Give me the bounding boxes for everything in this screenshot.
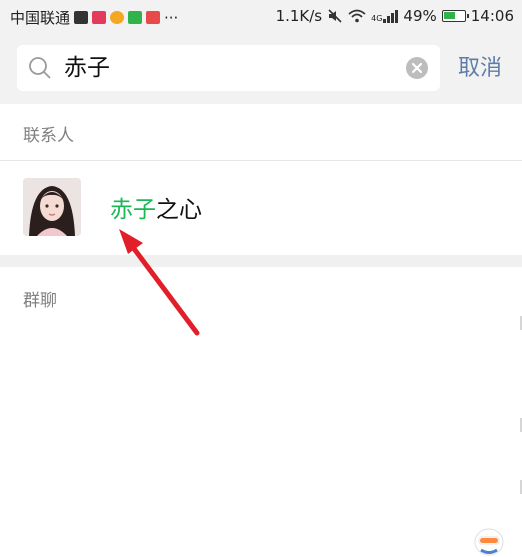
search-screen: 中国联通 ··· 1.1K/s 4G 49% 14:06 赤子 取消 联系人 赤… (0, 0, 522, 557)
assistant-bot-icon[interactable] (472, 524, 506, 557)
annotation-arrow (119, 229, 200, 336)
